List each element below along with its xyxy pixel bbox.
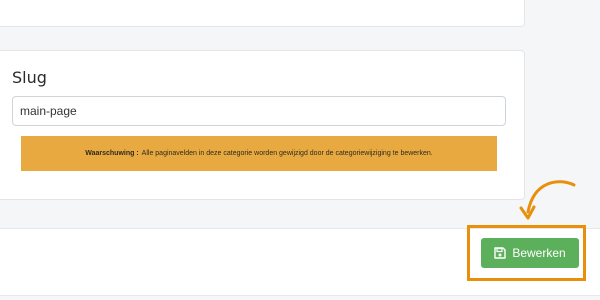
warning-title: Waarschuwing :: [85, 150, 139, 157]
warning-alert: Waarschuwing : Alle paginavelden in deze…: [21, 136, 497, 171]
save-button[interactable]: Bewerken: [481, 238, 579, 268]
slug-input[interactable]: [12, 96, 506, 126]
previous-card: [0, 0, 525, 27]
pointer-arrow-icon: [519, 180, 576, 220]
slug-card: Slug Waarschuwing : Alle paginavelden in…: [0, 50, 525, 200]
floppy-disk-icon: [494, 247, 507, 259]
slug-label: Slug: [12, 68, 47, 87]
warning-message: Alle paginavelden in deze categorie word…: [141, 150, 433, 157]
save-button-label: Bewerken: [512, 246, 566, 260]
